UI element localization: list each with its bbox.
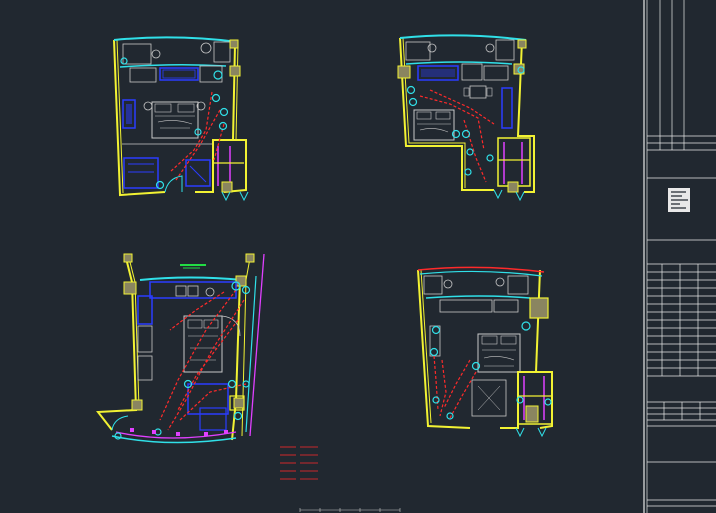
plan1-window-glazing — [113, 36, 239, 43]
plan2-fixtures — [406, 66, 525, 176]
plan2-bed — [413, 109, 455, 141]
plan1-bed — [151, 101, 199, 139]
plan4-fixtures — [429, 321, 552, 420]
cad-drawing-canvas[interactable] — [0, 0, 716, 513]
plan3-exterior-wall — [96, 257, 241, 441]
title-block-table — [647, 264, 716, 376]
company-logo — [668, 188, 690, 212]
plan1-column — [229, 65, 241, 77]
unit-plan-top-left[interactable] — [113, 36, 249, 202]
unit-plan-bottom-right[interactable] — [417, 266, 553, 438]
plan4-electrical-circuits — [433, 355, 477, 419]
unit-plan-top-right[interactable] — [397, 34, 535, 202]
plan1-fixtures — [120, 57, 229, 190]
plan2-electrical-circuits — [419, 89, 495, 183]
title-block — [643, 0, 716, 513]
scale-bar — [299, 508, 401, 512]
unit-plan-bottom-left[interactable] — [96, 253, 265, 444]
circuit-legend — [280, 446, 318, 480]
